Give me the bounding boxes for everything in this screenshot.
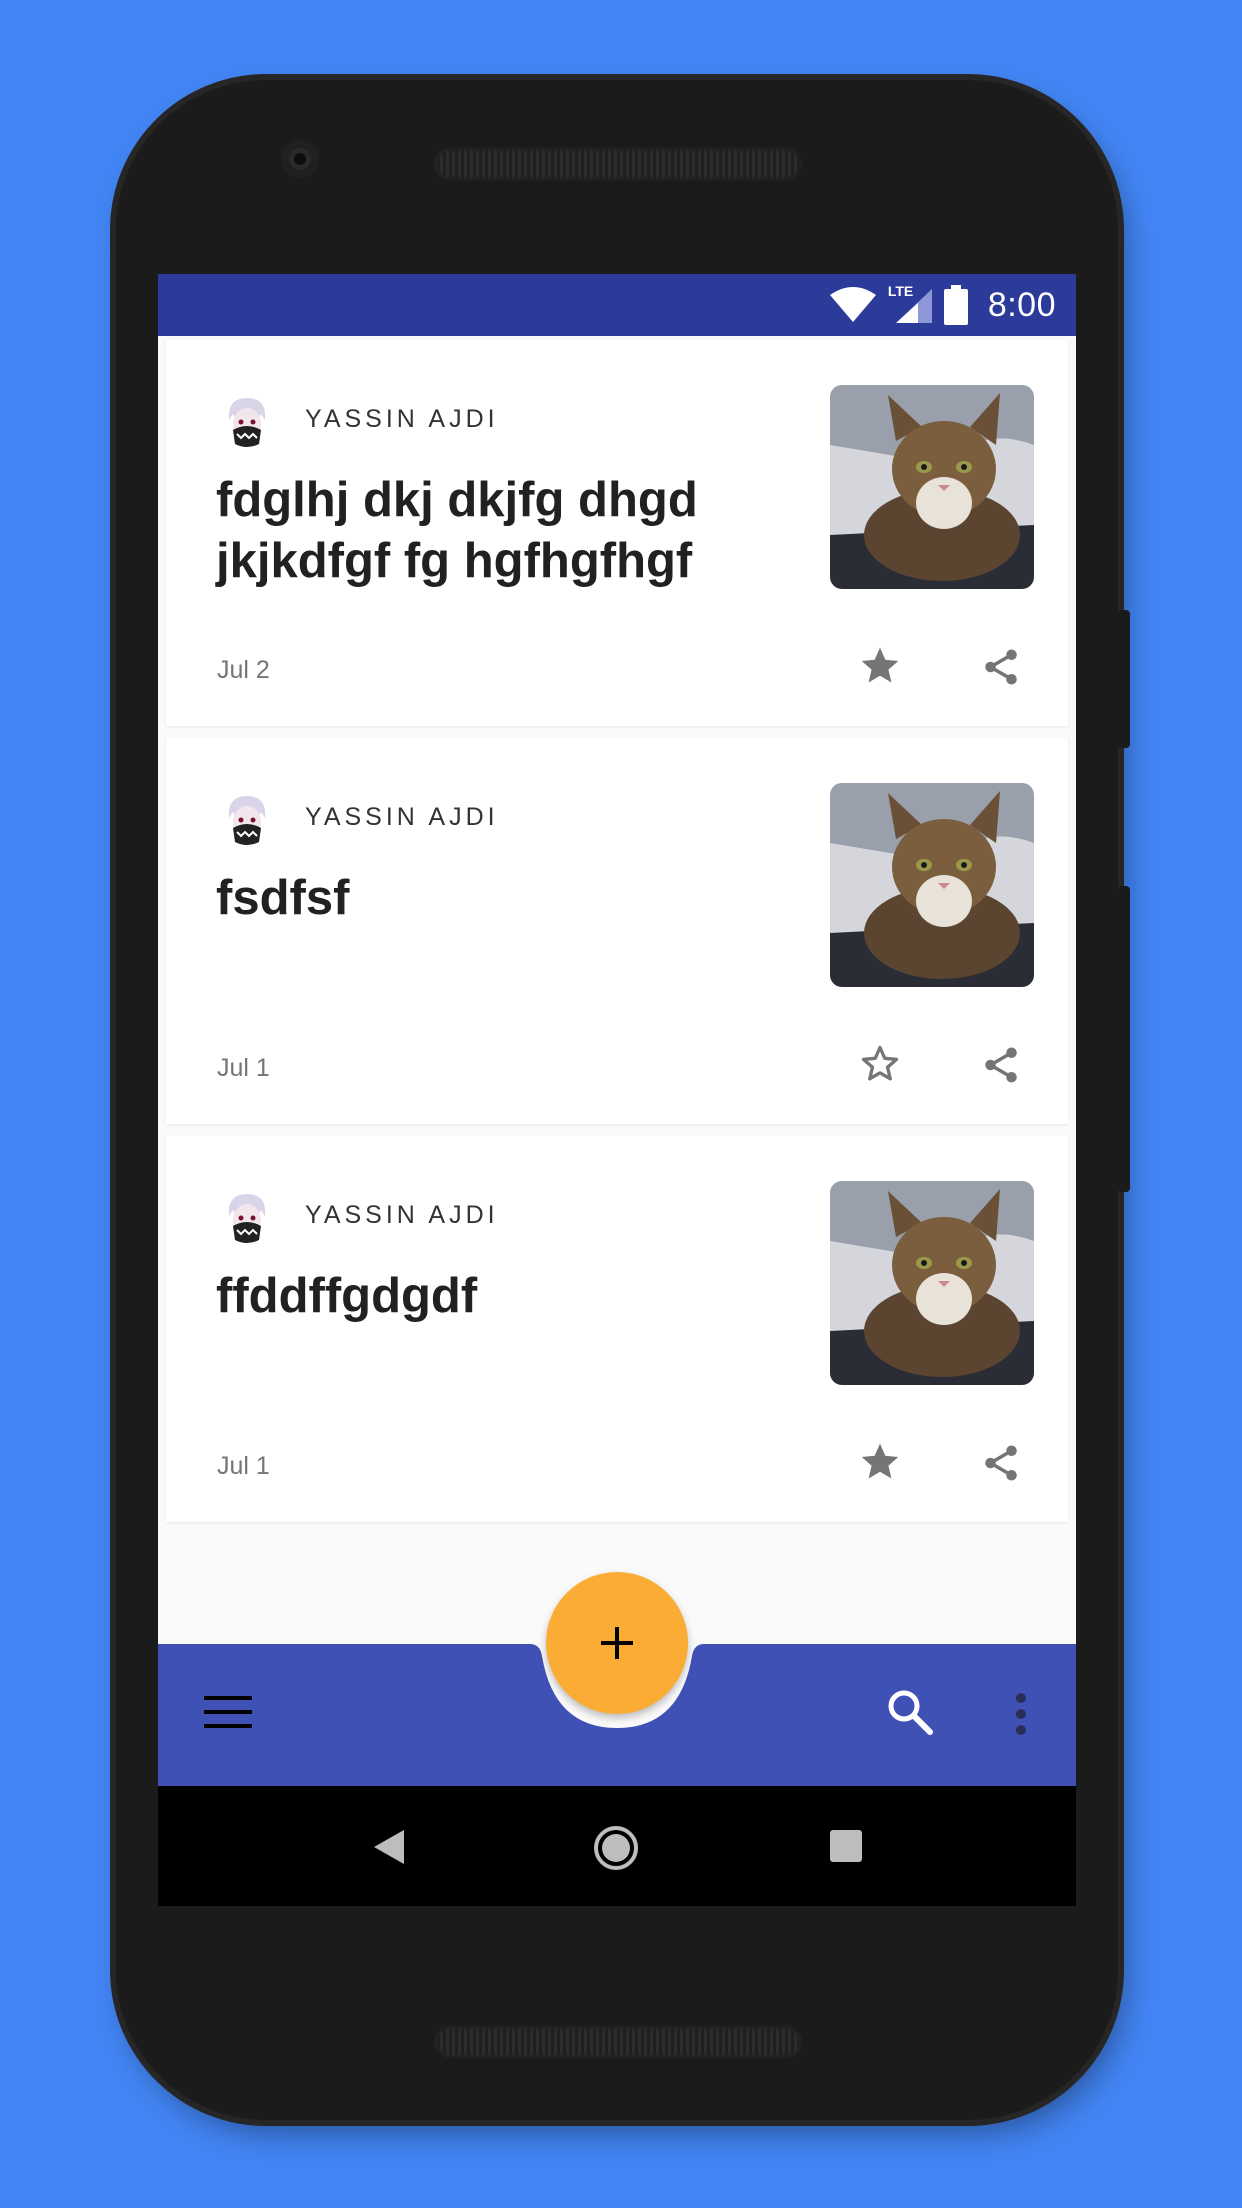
- author-name: YASSIN AJDI: [305, 1201, 499, 1229]
- app-screen: LTE 8:00 YASSIN AJDI fdglhj dkj dkjfg dh…: [158, 274, 1076, 1906]
- cat-thumbnail[interactable]: [830, 1181, 1034, 1385]
- post-card[interactable]: YASSIN AJDI ffddffgdgdf Jul 1: [166, 1136, 1068, 1522]
- front-camera: [281, 140, 319, 178]
- lte-signal: LTE: [888, 283, 932, 325]
- post-title[interactable]: fdglhj dkj dkjfg dhgd jkjkdfgf fg hgfhgf…: [216, 470, 776, 592]
- post-title[interactable]: ffddffgdgdf: [216, 1266, 776, 1327]
- post-title[interactable]: fsdfsf: [216, 868, 776, 929]
- avatar: [217, 1188, 277, 1248]
- status-time: 8:00: [987, 285, 1056, 324]
- star-filled-icon[interactable]: [858, 1440, 902, 1484]
- post-date: Jul 1: [217, 1452, 270, 1480]
- status-bar: LTE 8:00: [158, 274, 1076, 336]
- cat-thumbnail[interactable]: [830, 385, 1034, 589]
- author-name: YASSIN AJDI: [305, 405, 499, 433]
- add-post-fab[interactable]: [546, 1572, 688, 1714]
- home-icon[interactable]: [592, 1824, 640, 1872]
- avatar: [217, 392, 277, 452]
- cat-thumbnail[interactable]: [830, 783, 1034, 987]
- post-date: Jul 1: [217, 1054, 270, 1082]
- power-button: [1118, 610, 1130, 748]
- more-vert-icon[interactable]: [1014, 1692, 1028, 1736]
- bottom-speaker: [434, 2026, 802, 2058]
- recent-apps-icon[interactable]: [830, 1830, 862, 1862]
- wifi-icon: [829, 287, 876, 322]
- top-speaker: [434, 148, 802, 180]
- share-icon[interactable]: [980, 646, 1022, 688]
- star-outline-icon[interactable]: [858, 1042, 902, 1086]
- author-name: YASSIN AJDI: [305, 803, 499, 831]
- post-card[interactable]: YASSIN AJDI fsdfsf Jul 1: [166, 738, 1068, 1124]
- back-icon[interactable]: [370, 1828, 406, 1866]
- system-nav-bar: [158, 1786, 1076, 1906]
- post-date: Jul 2: [217, 656, 270, 684]
- avatar: [217, 790, 277, 850]
- star-filled-icon[interactable]: [858, 644, 902, 688]
- plus-icon: [601, 1627, 633, 1659]
- share-icon[interactable]: [980, 1044, 1022, 1086]
- signal-icon: [895, 289, 932, 323]
- post-card[interactable]: YASSIN AJDI fdglhj dkj dkjfg dhgd jkjkdf…: [166, 340, 1068, 726]
- battery-icon: [943, 285, 968, 325]
- menu-icon[interactable]: [204, 1694, 254, 1730]
- volume-button: [1118, 886, 1130, 1192]
- share-icon[interactable]: [980, 1442, 1022, 1484]
- search-icon[interactable]: [886, 1688, 934, 1736]
